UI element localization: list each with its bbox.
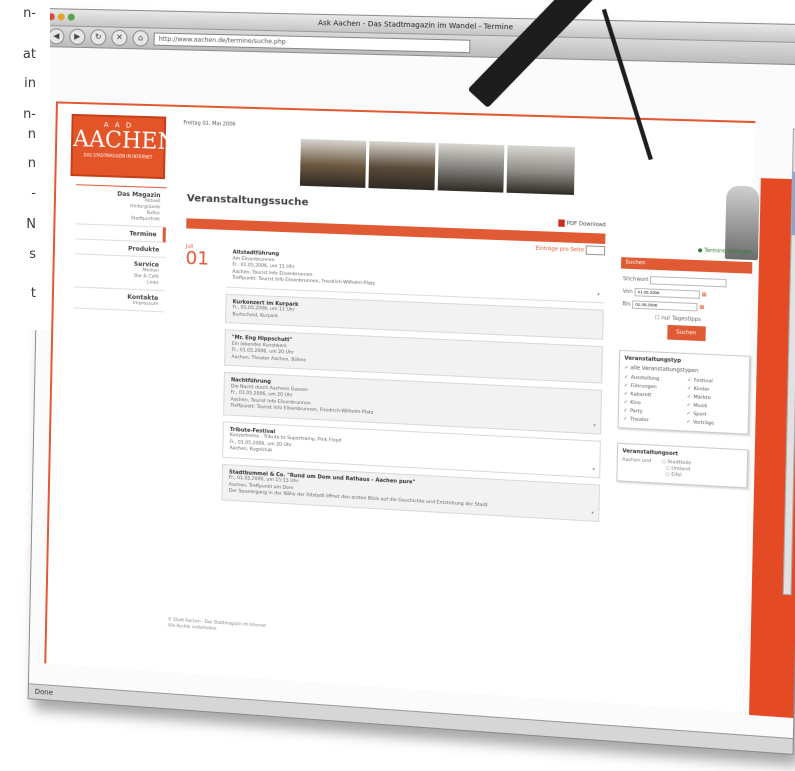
category-filter: Veranstaltungstyp ✓ alle Veranstaltungst… — [617, 350, 750, 435]
per-page-label: Einträge pro Seite — [536, 246, 585, 254]
browser-window: Ask Aachen - Das Stadtmagazin im Wandel … — [28, 8, 795, 755]
search-sidebar: ● Termine abfragen Suchen Stichwort Von … — [616, 245, 752, 489]
minimize-window-button[interactable] — [58, 13, 65, 20]
back-arrow-icon[interactable]: ◀ — [48, 28, 64, 44]
reload-icon[interactable]: ↻ — [90, 29, 106, 45]
location-filter: Veranstaltungsort Aachen und ○ Stadtteil… — [616, 443, 748, 489]
logo-main-text: AACHEN — [73, 128, 164, 155]
margin-line: at — [23, 48, 36, 61]
to-label: Bis — [622, 301, 630, 308]
search-form: Stichwort Von ▦ Bis ▦ ☐ nur Tagestipps S… — [619, 269, 752, 348]
margin-line: N — [26, 218, 36, 231]
calendar-icon[interactable]: ▦ — [699, 304, 704, 311]
day-number: 01 — [185, 250, 209, 269]
margin-text: n- at in n- n n - N s t — [0, 0, 50, 330]
current-date: Freitag 01. Mai 2006 — [183, 120, 235, 128]
header-banner — [300, 139, 575, 195]
keyword-input[interactable] — [650, 275, 727, 286]
banner-photo-sky — [507, 145, 575, 195]
checkbox[interactable]: ☐ — [655, 315, 660, 321]
margin-line: n — [28, 157, 36, 170]
nav-magazin[interactable]: Das Magazin Aktuell Hintergründe Kultur … — [75, 185, 166, 227]
margin-line: n- — [23, 7, 36, 20]
checkbox-label: nur Tagestipps — [661, 315, 701, 323]
location-option-label: Eifel — [671, 473, 682, 479]
location-label: Aachen und — [622, 458, 651, 465]
event-item[interactable]: Altstadtführung Am Elisenbrunnen Fr., 01… — [226, 245, 605, 303]
expand-arrow-icon[interactable]: ▾ — [592, 466, 595, 473]
stop-icon[interactable]: ✕ — [111, 30, 127, 46]
margin-line: - — [31, 187, 36, 200]
margin-line: t — [31, 287, 36, 300]
to-date-input[interactable] — [632, 300, 698, 311]
day-group: Juli 01 Altstadtführung Am Elisenbrunnen… — [181, 244, 605, 522]
category-checkbox[interactable]: Vorträge — [686, 419, 743, 429]
left-navigation: Das Magazin Aktuell Hintergründe Kultur … — [74, 184, 167, 312]
nav-label[interactable]: Termine — [75, 228, 157, 238]
margin-line: n — [28, 128, 36, 141]
pdf-download-link[interactable]: PDF Download — [558, 219, 606, 228]
window-controls — [48, 13, 75, 21]
date-tag: Juli 01 — [185, 244, 209, 269]
page-title: Veranstaltungssuche — [187, 193, 606, 219]
category-checkbox[interactable]: Theater — [623, 416, 680, 426]
web-page: A A D AACHEN DAS STADTMAGAZIN IM INTERNE… — [44, 101, 755, 712]
zoom-window-button[interactable] — [68, 14, 75, 21]
nav-service[interactable]: Service Medien Bar & Café Links — [74, 254, 165, 291]
all-categories-label: alle Veranstaltungstypen — [630, 365, 698, 374]
main-content: Veranstaltungssuche PDF Download Einträg… — [180, 193, 606, 528]
banner-photo-fountain — [300, 139, 366, 188]
expand-arrow-icon[interactable]: ▾ — [591, 510, 594, 517]
screenshot-photo: Ask Aachen - Das Stadtmagazin im Wandel … — [27, 8, 795, 771]
url-field[interactable]: http://www.aachen.de/termine/suche.php — [154, 32, 471, 53]
margin-line: in — [24, 77, 36, 90]
margin-line: s — [29, 248, 36, 261]
banner-photo-theater — [368, 141, 435, 190]
per-page-select[interactable] — [586, 245, 606, 255]
pdf-label: PDF Download — [567, 221, 606, 229]
from-date-input[interactable] — [634, 287, 700, 298]
nav-kontakte[interactable]: Kontakte Impressum — [74, 287, 165, 312]
expand-arrow-icon[interactable]: ▾ — [593, 423, 596, 430]
banner-photo-cathedral — [437, 143, 504, 193]
location-option-label: Umland — [671, 466, 690, 472]
forward-arrow-icon[interactable]: ▶ — [69, 29, 85, 45]
expand-arrow-icon[interactable]: ▾ — [597, 292, 600, 299]
page-footer: © Stadt Aachen - Das Stadtmagazin im Int… — [168, 616, 266, 635]
pdf-icon — [558, 219, 565, 226]
web-viewport: A A D AACHEN DAS STADTMAGAZIN IM INTERNE… — [29, 47, 795, 739]
margin-line: n- — [23, 108, 36, 121]
category-list: Ausstellung Festival Führungen Kinder Ka… — [623, 374, 744, 429]
calendar-icon[interactable]: ▦ — [701, 292, 706, 299]
keyword-label: Stichwort — [623, 276, 649, 283]
aachen-logo[interactable]: A A D AACHEN DAS STADTMAGAZIN IM INTERNE… — [70, 114, 166, 179]
nav-label[interactable]: Produkte — [75, 243, 160, 253]
from-label: Von — [623, 288, 633, 295]
window-title: Ask Aachen - Das Stadtmagazin im Wandel … — [318, 19, 513, 31]
newsletter-label: Termine abfragen — [704, 248, 752, 256]
home-icon[interactable]: ⌂ — [132, 30, 148, 46]
search-button[interactable]: Suchen — [667, 325, 705, 341]
